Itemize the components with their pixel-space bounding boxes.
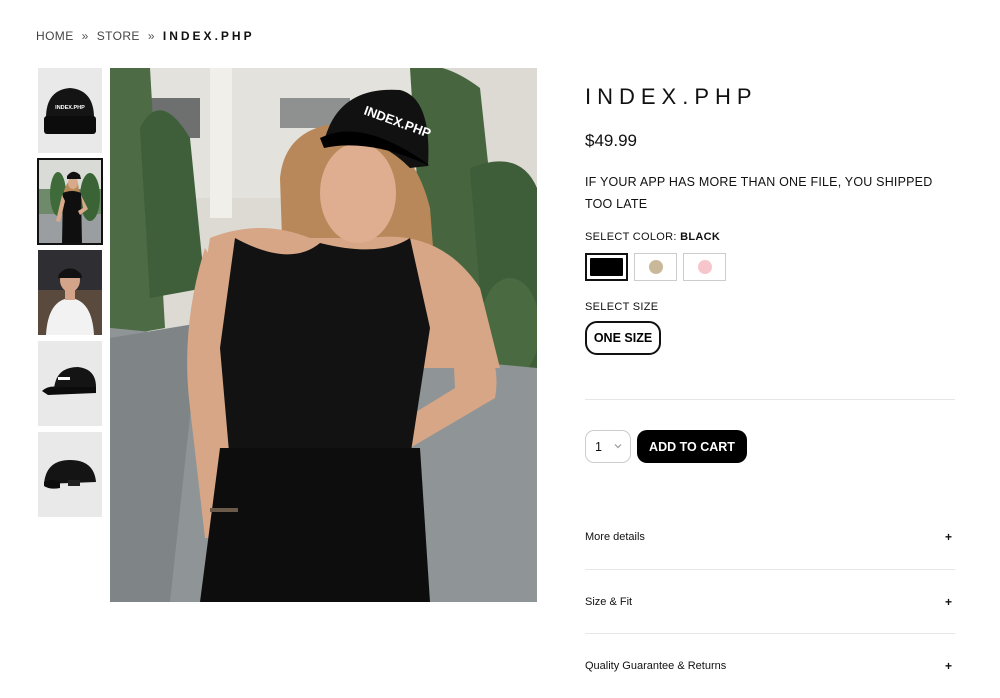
product-price: $49.99 xyxy=(585,131,637,150)
cap-side-image xyxy=(38,341,102,426)
selected-color-name: BLACK xyxy=(680,231,721,243)
accordion-size-fit[interactable]: Size & Fit + xyxy=(585,595,955,609)
divider xyxy=(585,633,955,634)
thumbnail-cap-back[interactable] xyxy=(38,432,102,517)
swatch-khaki[interactable] xyxy=(634,253,677,281)
swatch-pink[interactable] xyxy=(683,253,726,281)
thumbnail-model-man[interactable] xyxy=(38,250,102,335)
accordion-more-details[interactable]: More details + xyxy=(585,530,955,544)
plus-icon: + xyxy=(944,530,952,544)
divider xyxy=(585,569,955,570)
thumbnail-model-woman[interactable] xyxy=(37,158,103,245)
quantity-select[interactable]: 1 xyxy=(585,430,631,463)
cap-logo-text: INDEX.PHP xyxy=(55,105,85,111)
swatch-chip xyxy=(648,260,663,274)
swatch-chip xyxy=(697,260,712,274)
size-label: SELECT SIZE xyxy=(585,301,659,313)
model-woman-photo: INDEX.PHP xyxy=(110,68,537,602)
product-title: INDEX.PHP xyxy=(585,84,758,109)
swatch-chip xyxy=(590,258,623,276)
quantity-value: 1 xyxy=(595,439,602,454)
thumbnail-gallery: INDEX.PHP xyxy=(37,68,103,523)
breadcrumb-current: INDEX.PHP xyxy=(162,29,255,43)
color-swatches xyxy=(585,253,955,281)
breadcrumb-store-link[interactable]: STORE xyxy=(97,29,140,43)
size-option-button[interactable]: ONE SIZE xyxy=(585,321,661,355)
color-label: SELECT COLOR: BLACK xyxy=(585,231,955,243)
main-product-image[interactable]: INDEX.PHP xyxy=(110,68,537,602)
thumbnail-cap-side[interactable] xyxy=(38,341,102,426)
plus-icon: + xyxy=(944,595,952,609)
product-description: IF YOUR APP HAS MORE THAN ONE FILE, YOU … xyxy=(585,175,933,211)
breadcrumb: HOME » STORE » INDEX.PHP xyxy=(36,29,255,43)
accordion-label: More details xyxy=(585,531,645,543)
breadcrumb-separator: » xyxy=(147,29,155,43)
product-info: INDEX.PHP $49.99 IF YOUR APP HAS MORE TH… xyxy=(585,84,955,355)
add-to-cart-button[interactable]: ADD TO CART xyxy=(637,430,747,463)
model-man-thumb-image xyxy=(38,250,102,335)
plus-icon: + xyxy=(944,659,952,673)
color-label-text: SELECT COLOR: xyxy=(585,231,677,243)
breadcrumb-home-link[interactable]: HOME xyxy=(36,29,74,43)
accordion-label: Size & Fit xyxy=(585,596,633,608)
divider xyxy=(585,399,955,400)
accordion-label: Quality Guarantee & Returns xyxy=(585,660,727,672)
accordion-quality-returns[interactable]: Quality Guarantee & Returns + xyxy=(585,659,955,673)
swatch-black[interactable] xyxy=(585,253,628,281)
chevron-down-icon xyxy=(614,444,622,449)
cap-back-image xyxy=(38,432,102,517)
cap-front-image: INDEX.PHP xyxy=(38,68,102,153)
model-woman-thumb-image xyxy=(38,159,102,244)
breadcrumb-separator: » xyxy=(81,29,89,43)
thumbnail-cap-front[interactable]: INDEX.PHP xyxy=(38,68,102,153)
